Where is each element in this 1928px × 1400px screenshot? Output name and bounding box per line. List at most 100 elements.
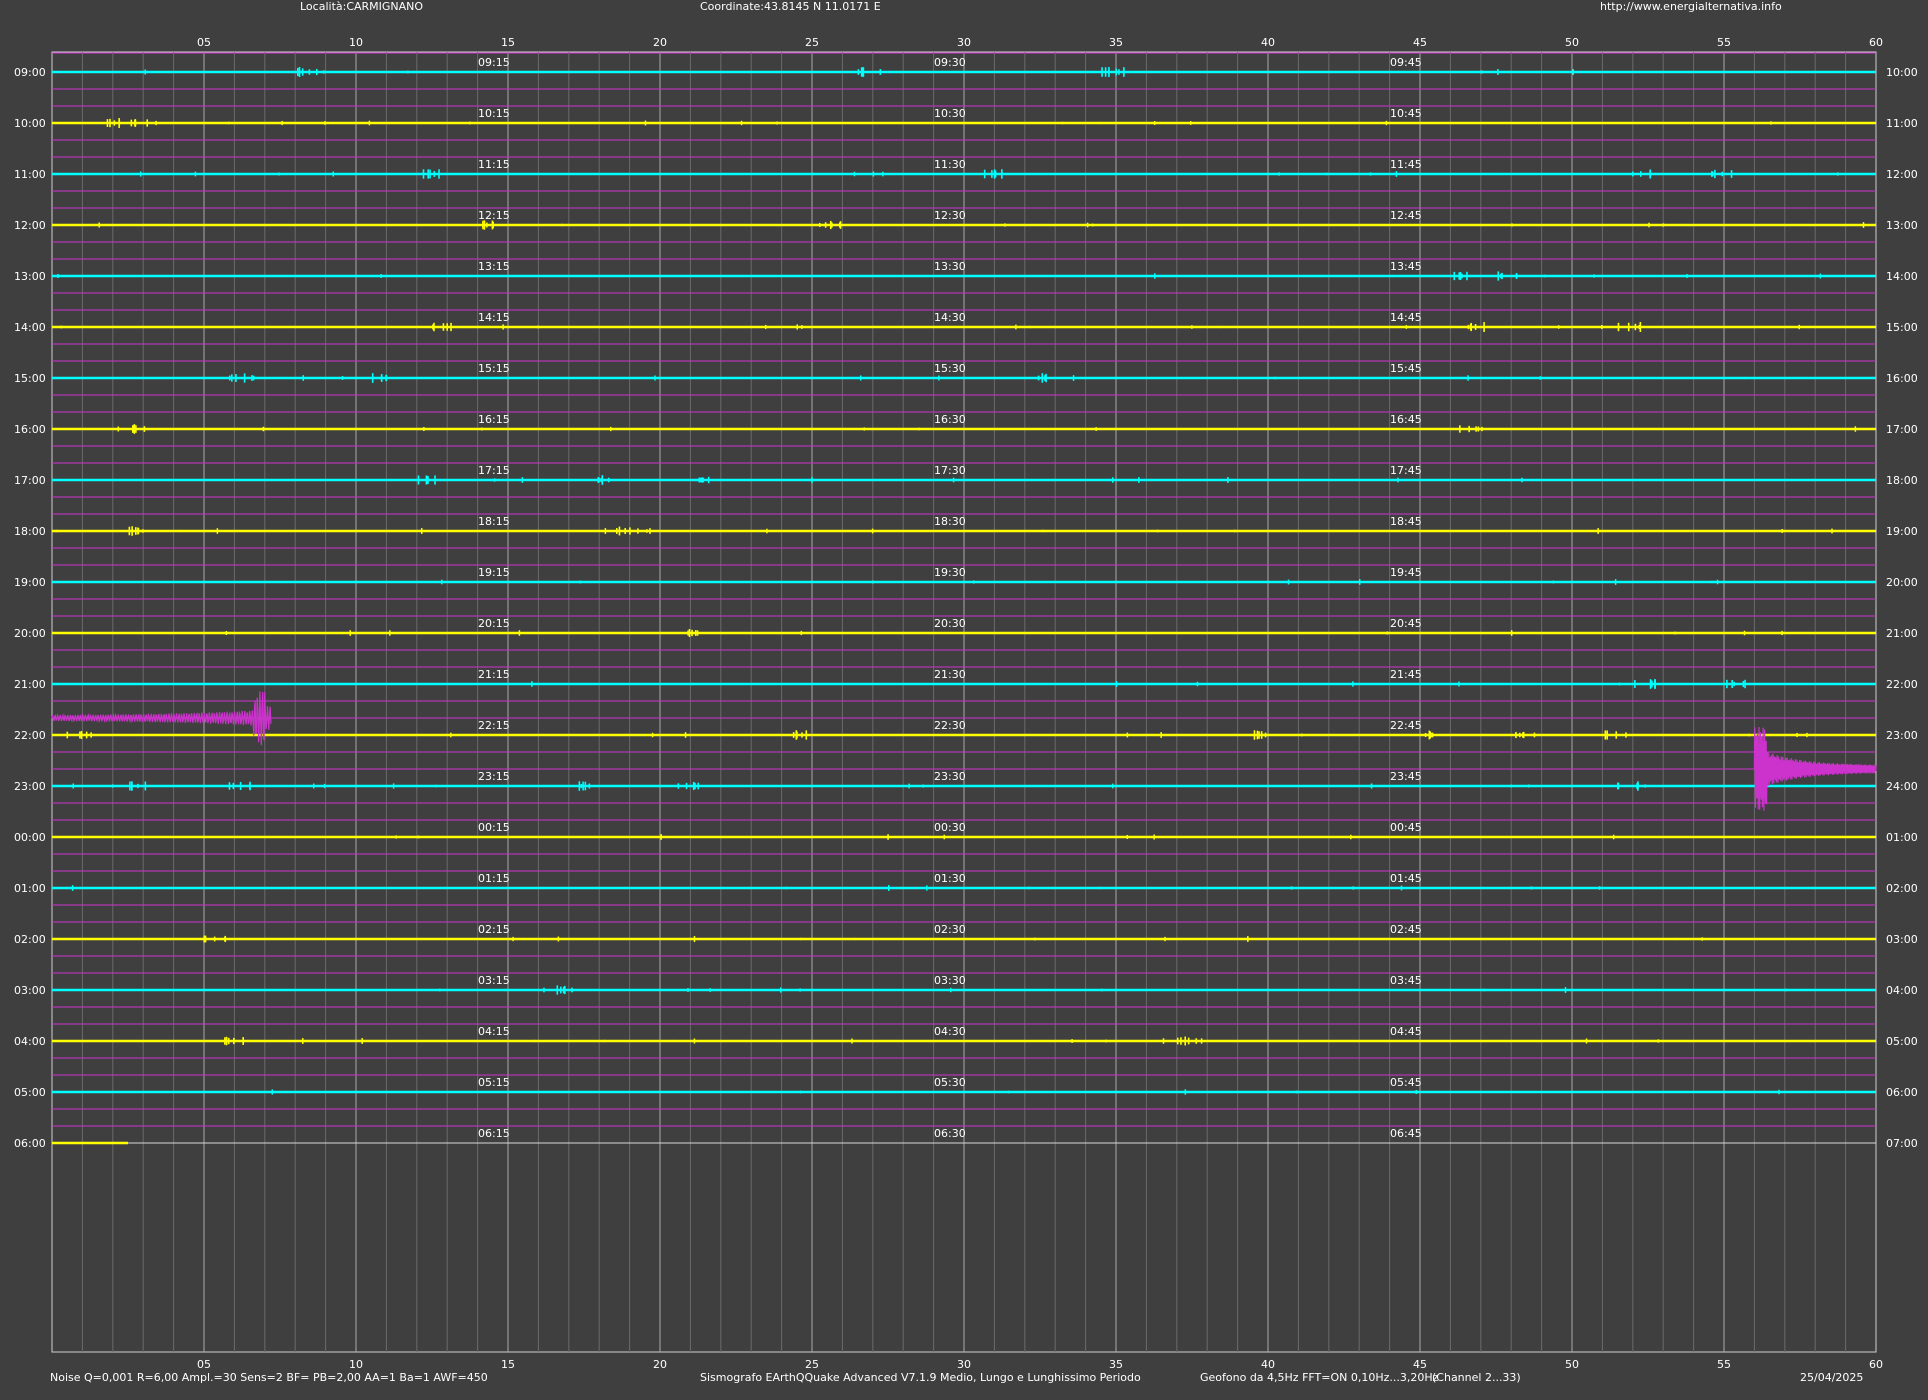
- quarter-label: 01:45: [1390, 872, 1422, 885]
- quarter-label: 10:30: [934, 107, 966, 120]
- hour-label-left: 16:00: [14, 423, 46, 436]
- quarter-label: 12:15: [478, 209, 510, 222]
- quarter-label: 03:15: [478, 974, 510, 987]
- quarter-label: 05:30: [934, 1076, 966, 1089]
- quarter-label: 05:15: [478, 1076, 510, 1089]
- quarter-label: 00:15: [478, 821, 510, 834]
- quarter-label: 06:45: [1390, 1127, 1422, 1140]
- hour-label-left: 17:00: [14, 474, 46, 487]
- quarter-label: 02:45: [1390, 923, 1422, 936]
- x-tick-label-top: 45: [1413, 36, 1427, 49]
- quarter-label: 12:45: [1390, 209, 1422, 222]
- x-tick-label-bottom: 10: [349, 1358, 363, 1371]
- x-tick-label-top: 30: [957, 36, 971, 49]
- x-tick-label-bottom: 35: [1109, 1358, 1123, 1371]
- quarter-label: 16:45: [1390, 413, 1422, 426]
- quarter-label: 04:45: [1390, 1025, 1422, 1038]
- hour-label-right: 14:00: [1886, 270, 1918, 283]
- quarter-label: 23:45: [1390, 770, 1422, 783]
- quarter-label: 15:30: [934, 362, 966, 375]
- quarter-label: 06:15: [478, 1127, 510, 1140]
- quarter-label: 14:30: [934, 311, 966, 324]
- quarter-label: 20:15: [478, 617, 510, 630]
- seismic-event-waveform: [51, 691, 272, 746]
- hour-label-right: 02:00: [1886, 882, 1918, 895]
- x-tick-label-top: 55: [1717, 36, 1731, 49]
- hour-label-left: 00:00: [14, 831, 46, 844]
- x-tick-label-top: 20: [653, 36, 667, 49]
- quarter-label: 18:15: [478, 515, 510, 528]
- hour-label-left: 11:00: [14, 168, 46, 181]
- quarter-label: 18:45: [1390, 515, 1422, 528]
- hour-label-right: 16:00: [1886, 372, 1918, 385]
- hour-label-right: 12:00: [1886, 168, 1918, 181]
- quarter-label: 21:30: [934, 668, 966, 681]
- quarter-label: 22:15: [478, 719, 510, 732]
- hour-label-left: 22:00: [14, 729, 46, 742]
- hour-label-left: 13:00: [14, 270, 46, 283]
- quarter-label: 06:30: [934, 1127, 966, 1140]
- quarter-label: 13:15: [478, 260, 510, 273]
- x-tick-label-bottom: 15: [501, 1358, 515, 1371]
- hour-label-right: 15:00: [1886, 321, 1918, 334]
- hour-label-left: 05:00: [14, 1086, 46, 1099]
- hour-label-left: 03:00: [14, 984, 46, 997]
- quarter-label: 09:45: [1390, 56, 1422, 69]
- quarter-label: 04:15: [478, 1025, 510, 1038]
- quarter-label: 16:30: [934, 413, 966, 426]
- quarter-label: 15:15: [478, 362, 510, 375]
- quarter-label: 01:30: [934, 872, 966, 885]
- footer-software: Sismografo EArthQQuake Advanced V7.1.9 M…: [700, 1371, 1141, 1384]
- quarter-label: 14:45: [1390, 311, 1422, 324]
- hour-label-right: 01:00: [1886, 831, 1918, 844]
- x-tick-label-top: 60: [1869, 36, 1883, 49]
- x-tick-label-top: 35: [1109, 36, 1123, 49]
- quarter-label: 14:15: [478, 311, 510, 324]
- hour-label-right: 21:00: [1886, 627, 1918, 640]
- hour-label-right: 03:00: [1886, 933, 1918, 946]
- quarter-label: 15:45: [1390, 362, 1422, 375]
- quarter-label: 02:15: [478, 923, 510, 936]
- hour-label-left: 06:00: [14, 1137, 46, 1150]
- quarter-label: 21:15: [478, 668, 510, 681]
- x-tick-label-bottom: 40: [1261, 1358, 1275, 1371]
- x-tick-label-bottom: 50: [1565, 1358, 1579, 1371]
- hour-label-left: 23:00: [14, 780, 46, 793]
- quarter-label: 16:15: [478, 413, 510, 426]
- quarter-label: 05:45: [1390, 1076, 1422, 1089]
- x-tick-label-top: 50: [1565, 36, 1579, 49]
- x-tick-label-top: 10: [349, 36, 363, 49]
- x-tick-label-top: 05: [197, 36, 211, 49]
- quarter-label: 13:45: [1390, 260, 1422, 273]
- hour-label-right: 17:00: [1886, 423, 1918, 436]
- quarter-label: 22:30: [934, 719, 966, 732]
- hour-label-left: 02:00: [14, 933, 46, 946]
- hour-label-right: 11:00: [1886, 117, 1918, 130]
- quarter-label: 17:45: [1390, 464, 1422, 477]
- hour-label-left: 12:00: [14, 219, 46, 232]
- hour-label-right: 19:00: [1886, 525, 1918, 538]
- hour-label-left: 04:00: [14, 1035, 46, 1048]
- quarter-label: 03:30: [934, 974, 966, 987]
- quarter-label: 11:15: [478, 158, 510, 171]
- hour-label-left: 14:00: [14, 321, 46, 334]
- quarter-label: 17:30: [934, 464, 966, 477]
- hour-label-right: 22:00: [1886, 678, 1918, 691]
- quarter-label: 13:30: [934, 260, 966, 273]
- x-tick-label-bottom: 30: [957, 1358, 971, 1371]
- quarter-label: 22:45: [1390, 719, 1422, 732]
- quarter-label: 19:30: [934, 566, 966, 579]
- hour-label-right: 04:00: [1886, 984, 1918, 997]
- quarter-label: 12:30: [934, 209, 966, 222]
- hour-label-right: 24:00: [1886, 780, 1918, 793]
- quarter-label: 01:15: [478, 872, 510, 885]
- footer-date: 25/04/2025: [1800, 1371, 1864, 1384]
- hour-label-left: 20:00: [14, 627, 46, 640]
- hour-label-left: 21:00: [14, 678, 46, 691]
- quarter-label: 03:45: [1390, 974, 1422, 987]
- hour-label-right: 23:00: [1886, 729, 1918, 742]
- quarter-label: 00:45: [1390, 821, 1422, 834]
- quarter-label: 17:15: [478, 464, 510, 477]
- x-tick-label-bottom: 55: [1717, 1358, 1731, 1371]
- x-tick-label-bottom: 45: [1413, 1358, 1427, 1371]
